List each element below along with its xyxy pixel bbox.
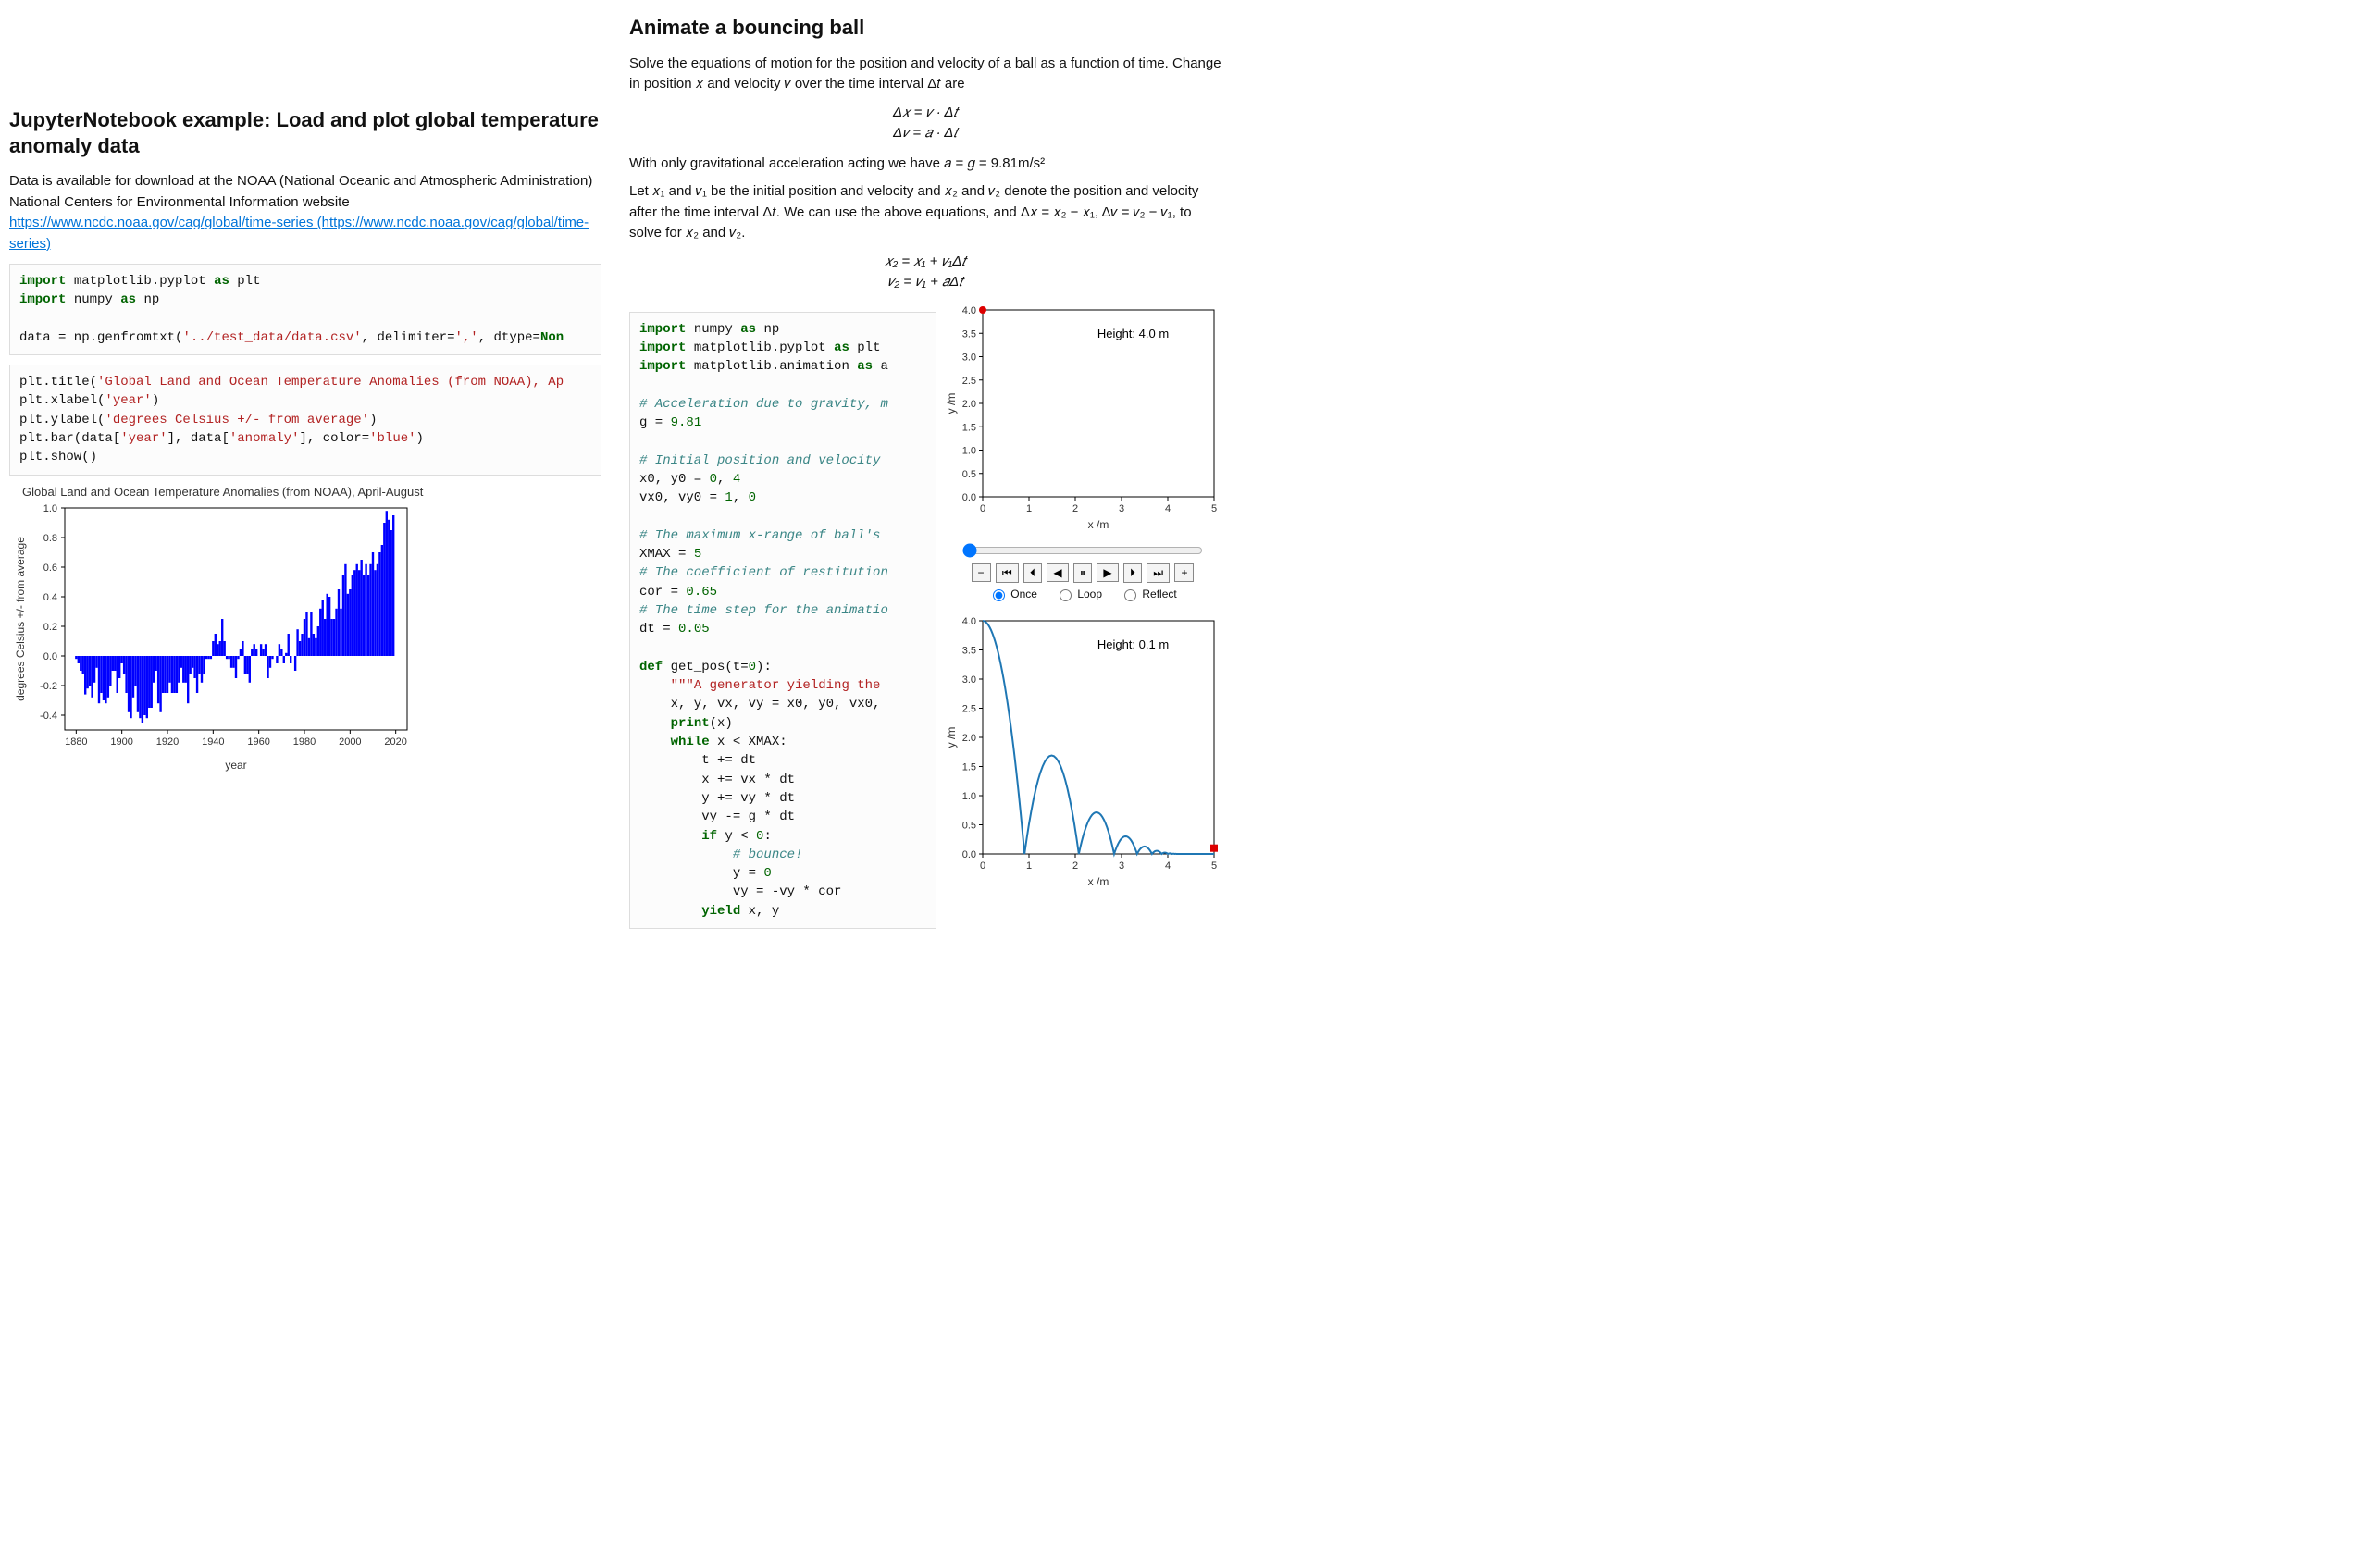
right-p3: Let 𝑥₁ and 𝑣₁ be the initial position an… xyxy=(629,181,1221,244)
svg-text:4.0: 4.0 xyxy=(962,305,976,316)
svg-text:3.5: 3.5 xyxy=(962,328,976,340)
pause-button[interactable]: ⏸ xyxy=(1073,563,1092,583)
svg-text:1.0: 1.0 xyxy=(43,503,57,514)
step-fwd-button[interactable]: ⏵ xyxy=(1123,563,1142,583)
equations-2: 𝑥₂ = 𝑥₁ + 𝑣₁Δ𝑡 𝑣₂ = 𝑣₁ + 𝑎Δ𝑡 xyxy=(629,252,1221,293)
svg-text:1920: 1920 xyxy=(156,736,179,748)
svg-text:Height: 4.0 m: Height: 4.0 m xyxy=(1097,327,1169,340)
svg-text:2.5: 2.5 xyxy=(962,703,976,714)
svg-text:2000: 2000 xyxy=(339,736,361,748)
svg-text:1.5: 1.5 xyxy=(962,422,976,433)
animation-slider[interactable] xyxy=(962,543,1203,558)
svg-text:0: 0 xyxy=(980,860,985,872)
right-title: Animate a bouncing ball xyxy=(629,15,1221,41)
step-back-button[interactable]: ⏴ xyxy=(1023,563,1042,583)
svg-text:3.0: 3.0 xyxy=(962,674,976,686)
animation-controls: − ⏮ ⏴ ◀ ⏸ ▶ ⏵ ⏭ + Once Loop Reflect xyxy=(944,563,1221,604)
rewind-button[interactable]: ⏮ xyxy=(996,563,1019,583)
bar-chart-title: Global Land and Ocean Temperature Anomal… xyxy=(22,485,601,499)
svg-text:y /m: y /m xyxy=(945,726,958,748)
svg-text:1880: 1880 xyxy=(65,736,87,748)
svg-text:x /m: x /m xyxy=(1088,875,1109,888)
right-p2: With only gravitational acceleration act… xyxy=(629,154,1221,175)
svg-text:0: 0 xyxy=(980,503,985,514)
svg-text:1980: 1980 xyxy=(293,736,316,748)
svg-text:4: 4 xyxy=(1165,503,1171,514)
svg-text:-0.4: -0.4 xyxy=(40,711,57,722)
speed-down-button[interactable]: − xyxy=(972,563,991,582)
svg-text:2: 2 xyxy=(1072,860,1078,872)
svg-text:0.0: 0.0 xyxy=(962,849,976,860)
code-cell-1[interactable]: import matplotlib.pyplot as plt import n… xyxy=(9,264,601,355)
anomaly-bar-chart: -0.4 -0.2 0.0 0.2 0.4 0.6 0.8 1.0 1880 1900 1920 19… xyxy=(9,499,416,776)
svg-text:1940: 1940 xyxy=(202,736,224,748)
left-title: JupyterNotebook example: Load and plot g… xyxy=(9,107,601,158)
code-cell-bounce[interactable]: import numpy as np import matplotlib.pyp… xyxy=(629,312,936,930)
svg-text:4.0: 4.0 xyxy=(962,616,976,627)
left-intro: Data is available for download at the NO… xyxy=(9,171,601,254)
svg-text:0.0: 0.0 xyxy=(43,651,57,662)
forward-button[interactable]: ⏭ xyxy=(1147,563,1170,583)
svg-text:0.0: 0.0 xyxy=(962,492,976,503)
svg-text:4: 4 xyxy=(1165,860,1171,872)
equations-1: Δ𝑥 = 𝑣 · Δ𝑡 Δ𝑣 = 𝑎 · Δ𝑡 xyxy=(629,103,1221,144)
svg-text:3.5: 3.5 xyxy=(962,645,976,656)
code-cell-2[interactable]: plt.title('Global Land and Ocean Tempera… xyxy=(9,365,601,475)
svg-text:1: 1 xyxy=(1026,860,1032,872)
svg-text:-0.2: -0.2 xyxy=(40,681,57,692)
svg-text:2.0: 2.0 xyxy=(962,399,976,410)
svg-text:2.0: 2.0 xyxy=(962,733,976,744)
svg-text:1.0: 1.0 xyxy=(962,791,976,802)
mode-once[interactable]: Once xyxy=(988,587,1037,601)
svg-text:0.8: 0.8 xyxy=(43,533,57,544)
svg-text:Height: 0.1 m: Height: 0.1 m xyxy=(1097,637,1169,651)
mode-reflect[interactable]: Reflect xyxy=(1120,587,1176,601)
svg-text:3: 3 xyxy=(1119,860,1124,872)
svg-text:2020: 2020 xyxy=(384,736,406,748)
svg-text:1.5: 1.5 xyxy=(962,761,976,773)
svg-text:5: 5 xyxy=(1211,503,1217,514)
bounce-plot-trajectory: 0 1 2 3 4 5 0.0 0.5 1.0 1.5 2.0 2.5 3.0 3.5 4.0 x /m y /… xyxy=(944,613,1221,891)
svg-text:0.5: 0.5 xyxy=(962,468,976,479)
svg-text:0.2: 0.2 xyxy=(43,622,57,633)
right-column: Animate a bouncing ball Solve the equati… xyxy=(629,9,1221,938)
svg-text:0.6: 0.6 xyxy=(43,563,57,574)
svg-text:1: 1 xyxy=(1026,503,1032,514)
svg-text:1960: 1960 xyxy=(247,736,269,748)
mode-loop[interactable]: Loop xyxy=(1055,587,1102,601)
svg-text:0.5: 0.5 xyxy=(962,820,976,831)
bounce-plot-initial: 0 1 2 3 4 5 0.0 0.5 1.0 1.5 2.0 2.5 3.0 3.5 4.0 x /m y /… xyxy=(944,303,1221,534)
svg-text:2: 2 xyxy=(1072,503,1078,514)
svg-text:3: 3 xyxy=(1119,503,1124,514)
svg-text:3.0: 3.0 xyxy=(962,352,976,363)
play-button[interactable]: ▶ xyxy=(1097,563,1118,582)
speed-up-button[interactable]: + xyxy=(1174,563,1194,582)
svg-text:5: 5 xyxy=(1211,860,1217,872)
svg-text:1.0: 1.0 xyxy=(962,445,976,456)
svg-text:year: year xyxy=(225,759,246,772)
svg-text:1900: 1900 xyxy=(110,736,132,748)
svg-text:x /m: x /m xyxy=(1088,518,1109,531)
right-p1: Solve the equations of motion for the po… xyxy=(629,54,1221,95)
left-column: JupyterNotebook example: Load and plot g… xyxy=(9,9,601,938)
noaa-link[interactable]: https://www.ncdc.noaa.gov/cag/global/tim… xyxy=(9,215,589,252)
svg-text:0.4: 0.4 xyxy=(43,592,57,603)
svg-text:2.5: 2.5 xyxy=(962,375,976,386)
svg-text:degrees Celsius +/- from avera: degrees Celsius +/- from average xyxy=(14,536,27,700)
svg-text:y /m: y /m xyxy=(945,392,958,414)
play-back-button[interactable]: ◀ xyxy=(1047,563,1068,582)
